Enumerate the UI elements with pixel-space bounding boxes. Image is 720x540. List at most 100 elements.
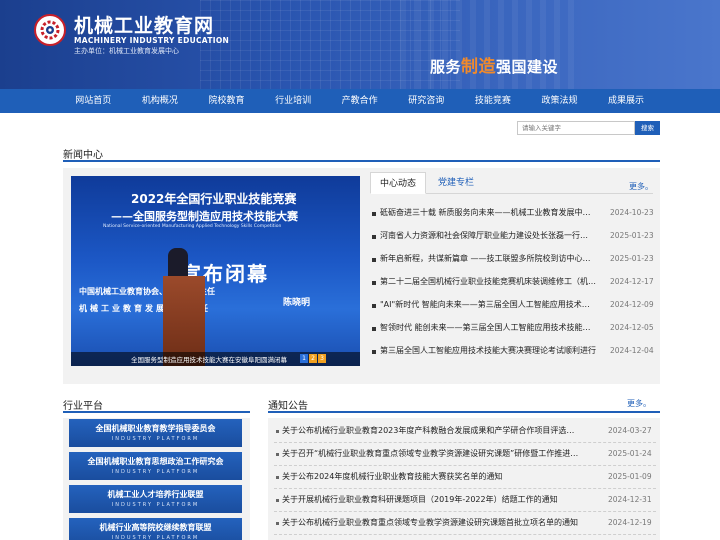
news-date: 2024-12-09 — [610, 300, 654, 309]
list-item[interactable]: 第二十二届全国机械行业职业技能竞赛机床装调维修工（机… 2024-12-17 — [370, 274, 658, 294]
news-date: 2024-12-17 — [610, 277, 654, 286]
notice-date: 2024-03-27 — [608, 426, 652, 435]
news-date: 2025-01-23 — [610, 254, 654, 263]
host-organization: 主办单位：机械工业教育发展中心 — [74, 47, 179, 55]
platform-link-en: INDUSTRY PLATFORM — [111, 535, 200, 540]
nav-item-policy[interactable]: 政策法规 — [526, 89, 593, 113]
news-date: 2024-12-05 — [610, 323, 654, 332]
bullet-icon — [372, 281, 376, 285]
gear-icon — [40, 20, 60, 40]
platform-link-talent-alliance[interactable]: 机械工业人才培养行业联盟 INDUSTRY PLATFORM — [69, 485, 242, 513]
notice-title[interactable]: 关于公布机械行业职业教育重点领域专业教学资源建设研究课题首批立项名单的通知 — [282, 517, 582, 528]
slide-page-1[interactable]: 1 — [300, 354, 308, 363]
nav-item-research[interactable]: 研究咨询 — [393, 89, 460, 113]
news-date: 2024-12-04 — [610, 346, 654, 355]
site-header: 机械工业教育网 MACHINERY INDUSTRY EDUCATION 主办单… — [0, 0, 720, 89]
news-title[interactable]: 智领时代 能创未来——第三届全国人工智能应用技术技能大… — [380, 322, 597, 333]
slide-page-2[interactable]: 2 — [309, 354, 317, 363]
list-item[interactable]: 关于召开“机械行业职业教育重点领域专业教学资源建设研究课题”研修暨工作推进… 20… — [274, 444, 656, 466]
tab-party-building[interactable]: 党建专栏 — [428, 172, 484, 194]
news-title[interactable]: "AI"新时代 智能向未来——第三届全国人工智能应用技术技… — [380, 299, 597, 310]
news-title[interactable]: 第三届全国人工智能应用技术技能大赛决赛理论考试顺利进行 — [380, 345, 597, 356]
list-item[interactable]: 关于公布机械行业职业教育2023年度产科教融合发展成果和产学研合作项目评选… 20… — [274, 421, 656, 443]
notice-date: 2024-12-19 — [608, 518, 652, 527]
platform-link-label: 机械工业人才培养行业联盟 — [107, 490, 204, 499]
platform-section-title: 行业平台 — [63, 401, 103, 412]
slide-title: 2022年全国行业职业技能竞赛 — [131, 192, 297, 206]
news-tabs: 中心动态 党建专栏 — [370, 172, 653, 194]
list-item[interactable]: 智领时代 能创未来——第三届全国人工智能应用技术技能大… 2024-12-05 — [370, 320, 658, 340]
search-input[interactable] — [517, 121, 635, 135]
list-item[interactable]: 新年启新程，共谋新篇章 ——技工联盟多所院校到访中心开… 2025-01-23 — [370, 251, 658, 271]
notice-section-underline — [268, 411, 660, 413]
platform-link-en: INDUSTRY PLATFORM — [111, 502, 200, 508]
bullet-icon — [276, 476, 279, 479]
slide-speaker-name: 陈晓明 — [283, 298, 311, 308]
search-button[interactable]: 搜索 — [635, 121, 660, 135]
list-item[interactable]: "AI"新时代 智能向未来——第三届全国人工智能应用技术技… 2024-12-09 — [370, 297, 658, 317]
platform-link-continuing-education[interactable]: 机械行业高等院校继续教育联盟 INDUSTRY PLATFORM — [69, 518, 242, 540]
tab-center-news[interactable]: 中心动态 — [370, 172, 426, 194]
nav-item-home[interactable]: 网站首页 — [60, 89, 127, 113]
platform-link-teaching-committee[interactable]: 全国机械职业教育教学指导委员会 INDUSTRY PLATFORM — [69, 419, 242, 447]
slide-caption[interactable]: 全国服务型制造应用技术技能大赛在安徽阜阳圆满闭幕 — [131, 354, 287, 364]
news-section-underline — [63, 160, 660, 162]
notice-section-title: 通知公告 — [268, 401, 308, 412]
notice-more-link[interactable]: 更多。 — [627, 398, 651, 409]
news-section-title: 新闻中心 — [63, 150, 103, 161]
notice-title[interactable]: 关于公布2024年度机械行业职业教育技能大赛获奖名单的通知 — [282, 471, 582, 482]
nav-item-about[interactable]: 机构概况 — [127, 89, 194, 113]
notice-title[interactable]: 关于召开“机械行业职业教育重点领域专业教学资源建设研究课题”研修暨工作推进… — [282, 448, 582, 459]
bullet-icon — [372, 327, 376, 331]
notice-title[interactable]: 关于公布机械行业职业教育2023年度产科教融合发展成果和产学研合作项目评选… — [282, 425, 582, 436]
platform-section-underline — [63, 411, 250, 413]
bullet-icon — [372, 212, 376, 216]
nav-item-competition[interactable]: 技能竞赛 — [460, 89, 527, 113]
bullet-icon — [372, 235, 376, 239]
slide-title-en: National Service-oriented Manufacturing … — [103, 224, 282, 229]
nav-item-industry-training[interactable]: 行业培训 — [260, 89, 327, 113]
bullet-icon — [276, 499, 279, 502]
platform-link-en: INDUSTRY PLATFORM — [111, 436, 200, 442]
news-date: 2025-01-23 — [610, 231, 654, 240]
slide-page-3[interactable]: 3 — [318, 354, 326, 363]
nav-item-industry-education[interactable]: 产教合作 — [326, 89, 393, 113]
gear-logo-icon[interactable] — [34, 14, 66, 46]
site-title[interactable]: 机械工业教育网 — [74, 11, 214, 38]
platform-link-label: 全国机械职业教育思想政治工作研究会 — [87, 457, 224, 466]
news-title[interactable]: 砥砺奋进三十载 新质服务向未来——机械工业教育发展中… — [380, 207, 597, 218]
platform-link-label: 机械行业高等院校继续教育联盟 — [99, 523, 212, 532]
slogan-part-1: 服务 — [430, 58, 462, 76]
platform-link-ideology-society[interactable]: 全国机械职业教育思想政治工作研究会 INDUSTRY PLATFORM — [69, 452, 242, 480]
notice-date: 2025-01-09 — [608, 472, 652, 481]
bullet-icon — [372, 258, 376, 262]
bullet-icon — [372, 350, 376, 354]
main-nav: 网站首页 机构概况 院校教育 行业培训 产教合作 研究咨询 技能竞赛 政策法规 … — [0, 89, 720, 113]
list-item[interactable]: 砥砺奋进三十载 新质服务向未来——机械工业教育发展中… 2024-10-23 — [370, 205, 658, 225]
notice-title[interactable]: 关于开展机械行业职业教育科研课题项目（2019年-2022年）结题工作的通知 — [282, 494, 582, 505]
slogan-part-2: 强国建设 — [496, 58, 559, 76]
news-date: 2024-10-23 — [610, 208, 654, 217]
nav-item-achievements[interactable]: 成果展示 — [593, 89, 660, 113]
bullet-icon — [276, 453, 279, 456]
nav-items: 网站首页 机构概况 院校教育 行业培训 产教合作 研究咨询 技能竞赛 政策法规 … — [60, 89, 660, 113]
site-title-en: MACHINERY INDUSTRY EDUCATION — [74, 36, 230, 45]
notice-date: 2025-01-24 — [608, 449, 652, 458]
news-title[interactable]: 新年启新程，共谋新篇章 ——技工联盟多所院校到访中心开… — [380, 253, 597, 264]
bullet-icon — [276, 522, 279, 525]
list-item[interactable]: 第三届全国人工智能应用技术技能大赛决赛理论考试顺利进行 2024-12-04 — [370, 343, 658, 363]
slogan: 服务制造强国建设 — [430, 52, 558, 77]
news-title[interactable]: 第二十二届全国机械行业职业技能竞赛机床装调维修工（机… — [380, 276, 597, 287]
list-item[interactable]: 关于开展机械行业职业教育科研课题项目（2019年-2022年）结题工作的通知 20… — [274, 490, 656, 512]
slide-subtitle: ——全国服务型制造应用技术技能大赛 — [111, 210, 298, 223]
list-item[interactable]: 关于公布2024年度机械行业职业教育技能大赛获奖名单的通知 2025-01-09 — [274, 467, 656, 489]
news-title[interactable]: 河南省人力资源和社会保障厅职业能力建设处长张磊一行… — [380, 230, 597, 241]
list-item[interactable]: 关于公布机械行业职业教育重点领域专业教学资源建设研究课题首批立项名单的通知 202… — [274, 513, 656, 535]
news-slideshow[interactable]: 2022年全国行业职业技能竞赛 ——全国服务型制造应用技术技能大赛 Nation… — [71, 176, 360, 366]
news-more-link[interactable]: 更多。 — [629, 181, 653, 192]
bullet-icon — [276, 430, 279, 433]
slogan-highlight: 制造 — [461, 57, 497, 77]
platform-link-en: INDUSTRY PLATFORM — [111, 469, 200, 475]
nav-item-school-education[interactable]: 院校教育 — [193, 89, 260, 113]
list-item[interactable]: 河南省人力资源和社会保障厅职业能力建设处长张磊一行… 2025-01-23 — [370, 228, 658, 248]
